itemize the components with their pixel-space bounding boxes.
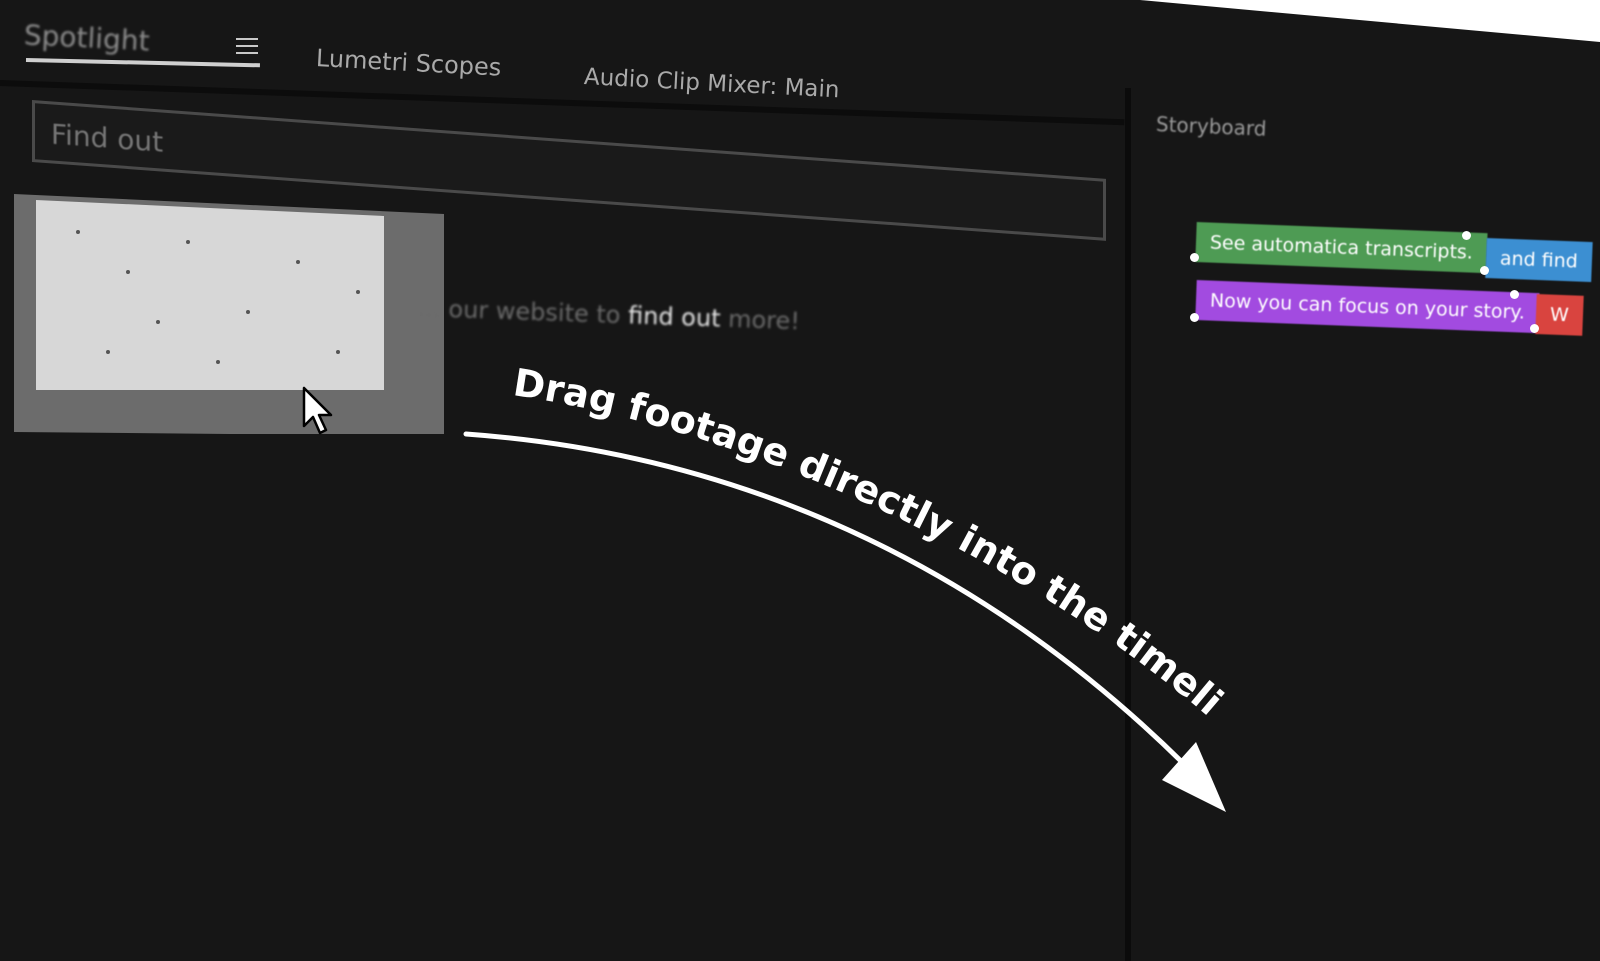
tab-spotlight[interactable]: Spotlight (23, 18, 150, 58)
storyboard-chip[interactable]: Now you can focus on your story. (1195, 280, 1540, 334)
active-tab-underline (25, 58, 260, 68)
result-suffix: more! (720, 304, 801, 336)
editor-window: Spotlight Lumetri Scopes Audio Clip Mixe… (0, 0, 1600, 961)
clip-thumbnail-image (36, 200, 384, 390)
storyboard-title: Storyboard (1155, 112, 1268, 141)
storyboard-chip[interactable]: and find (1485, 238, 1593, 283)
chip-handle[interactable] (1530, 324, 1539, 333)
panel-divider-vertical[interactable] (1125, 88, 1131, 961)
search-result-text: ... our website to find out more! (418, 294, 801, 335)
chip-handle[interactable] (1190, 313, 1199, 322)
clip-thumbnail[interactable] (14, 194, 444, 434)
tab-audio-clip-mixer[interactable]: Audio Clip Mixer: Main (583, 64, 840, 103)
chip-handle[interactable] (1190, 253, 1199, 262)
chip-handle[interactable] (1480, 266, 1489, 275)
result-highlight: find out (627, 301, 722, 333)
storyboard-chip[interactable]: W (1535, 294, 1584, 336)
chip-handle[interactable] (1510, 290, 1519, 299)
hamburger-menu-icon[interactable] (236, 38, 258, 56)
panel-tab-bar: Spotlight Lumetri Scopes Audio Clip Mixe… (0, 0, 1600, 103)
tab-lumetri-scopes[interactable]: Lumetri Scopes (315, 44, 502, 82)
mouse-pointer-icon (302, 386, 333, 435)
storyboard-chip[interactable]: See automatica transcripts. (1195, 222, 1488, 274)
chip-handle[interactable] (1462, 231, 1471, 240)
screenshot-stage: Spotlight Lumetri Scopes Audio Clip Mixe… (0, 0, 1600, 961)
result-prefix: ... our website to (417, 294, 629, 330)
